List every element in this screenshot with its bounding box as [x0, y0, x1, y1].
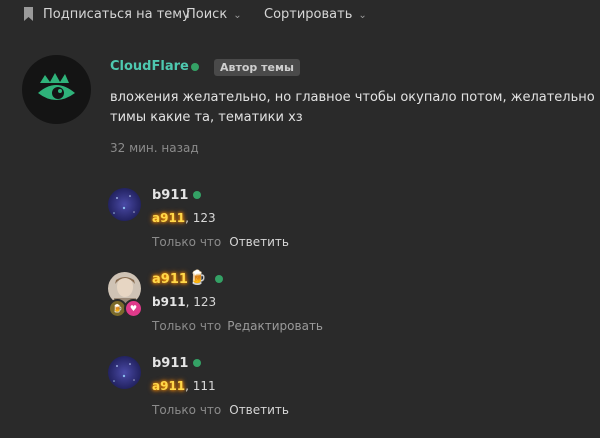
reply-timestamp: Только что [152, 235, 222, 249]
post-text-line: тимы какие та, тематики хз [110, 110, 303, 125]
bookmark-icon[interactable] [24, 7, 33, 21]
author-badge: Автор темы [214, 59, 300, 76]
reply-author-name[interactable]: b911 [152, 356, 188, 371]
reply-message: , 111 [185, 379, 216, 393]
space-avatar-icon [108, 356, 141, 389]
reply-actions: Только что Редактировать [152, 319, 323, 333]
reply-message: , 123 [185, 211, 216, 225]
sort-label: Сортировать [264, 7, 353, 22]
online-indicator [193, 359, 201, 367]
online-indicator [193, 191, 201, 199]
reply-avatar[interactable] [108, 188, 141, 221]
reply-text: b911, 123 [152, 295, 216, 309]
online-indicator [191, 63, 199, 71]
post-author-name[interactable]: CloudFlare [110, 59, 189, 74]
post-timestamp: 32 мин. назад [110, 141, 199, 155]
reply-author-name[interactable]: a911 [152, 272, 188, 287]
reply-button[interactable]: Ответить [229, 235, 289, 249]
reply-actions: Только что Ответить [152, 403, 289, 417]
reply-text: a911, 111 [152, 379, 216, 393]
thread-toolbar: Подписаться на тему Поиск ⌄ Сортировать ⌄ [0, 0, 600, 30]
subscribe-button[interactable]: Подписаться на тему [43, 7, 190, 22]
eye-logo-icon [38, 73, 75, 100]
sort-dropdown[interactable]: Сортировать ⌄ [264, 7, 367, 22]
edit-button[interactable]: Редактировать [227, 319, 323, 333]
chevron-down-icon: ⌄ [233, 10, 242, 21]
reply-actions: Только что Ответить [152, 235, 289, 249]
user-mention[interactable]: a911 [152, 379, 185, 393]
user-mention[interactable]: a911 [152, 211, 185, 225]
author-avatar[interactable] [22, 55, 91, 124]
post-text-line: вложения желательно, но главное чтобы ок… [110, 90, 600, 105]
space-avatar-icon [108, 188, 141, 221]
reply-message: , 123 [185, 295, 217, 309]
beer-icon: 🍺 [189, 270, 207, 286]
reply-timestamp: Только что [152, 403, 222, 417]
reply-text: a911, 123 [152, 211, 216, 225]
search-dropdown[interactable]: Поиск ⌄ [186, 7, 242, 22]
search-label: Поиск [186, 7, 228, 22]
online-indicator [215, 275, 223, 283]
reply-avatar[interactable] [108, 356, 141, 389]
post-text: вложения желательно, но главное чтобы ок… [110, 88, 600, 128]
reply-author-name[interactable]: b911 [152, 188, 188, 203]
chevron-down-icon: ⌄ [358, 10, 367, 21]
user-mention[interactable]: b911 [152, 295, 186, 309]
reply-timestamp: Только что [152, 319, 222, 333]
reply-button[interactable]: Ответить [229, 403, 289, 417]
heart-achievement-icon: ♥ [124, 299, 143, 318]
